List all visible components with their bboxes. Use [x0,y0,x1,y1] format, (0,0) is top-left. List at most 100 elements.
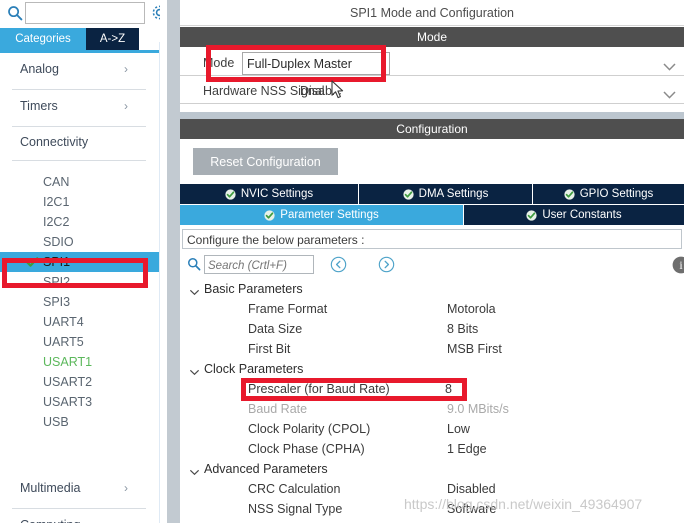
param-row-clock-phase[interactable]: Clock Phase (CPHA) 1 Edge [180,440,684,460]
back-arrow-icon[interactable] [330,256,347,273]
forward-arrow-icon[interactable] [378,256,395,273]
sidebar-group-computing[interactable]: Computing › [0,509,160,523]
param-row-crc-calculation[interactable]: CRC Calculation Disabled [180,480,684,500]
tree-group-clock-parameters[interactable]: Clock Parameters [180,360,684,380]
sidebar-item-can[interactable]: CAN [0,172,160,192]
param-row-baud-rate: Baud Rate 9.0 MBits/s [180,400,684,420]
sidebar-item-label: I2C2 [43,215,70,229]
sidebar-group-label: Connectivity [20,135,89,149]
sidebar-item-usart3[interactable]: USART3 [0,392,160,412]
tab-nvic-settings[interactable]: NVIC Settings [180,184,358,204]
sidebar-group-analog[interactable]: Analog › [0,53,160,90]
sidebar-item-uart4[interactable]: UART4 [0,312,160,332]
tree-group-advanced-parameters[interactable]: Advanced Parameters [180,460,684,480]
mode-row[interactable]: Mode Full-Duplex Master [180,52,684,76]
sidebar-item-spi3[interactable]: SPI3 [0,292,160,312]
configuration-section-header: Configuration [180,119,684,139]
sidebar-scroll-area: Analog › Timers › Connectivity CAN I2C1 [0,53,160,523]
sidebar-group-connectivity[interactable]: Connectivity [0,127,160,161]
sidebar-item-label: USART2 [43,375,93,389]
mode-combo[interactable]: Full-Duplex Master [242,52,390,75]
check-circle-icon [526,209,537,221]
param-value: Software [447,502,497,516]
sidebar-group-label: Analog [20,62,59,76]
search-input[interactable] [26,3,144,23]
check-icon [26,255,39,268]
param-value: Motorola [447,302,496,316]
sidebar-item-label: SPI2 [43,275,71,289]
hardware-nss-row[interactable]: Hardware NSS Signal Disable [180,80,684,104]
tab-gpio-settings[interactable]: GPIO Settings [533,184,684,204]
parameter-search-box[interactable] [204,255,314,275]
mode-area: Mode Full-Duplex Master Hardware NSS Sig… [180,47,684,112]
sidebar-item-label: SDIO [43,235,74,249]
sidebar-item-uart5[interactable]: UART5 [0,332,160,352]
sidebar-group-timers[interactable]: Timers › [0,90,160,127]
tab-dma-settings[interactable]: DMA Settings [359,184,532,204]
check-circle-icon [264,209,275,221]
param-value: Low [447,422,470,436]
chevron-down-icon[interactable] [189,285,200,296]
tab-user-constants[interactable]: User Constants [464,205,684,225]
chevron-right-icon: › [124,62,128,76]
config-panel: SPI1 Mode and Configuration Mode Mode Fu… [180,0,684,523]
sidebar-search-row [0,0,160,27]
tab-label: DMA Settings [418,188,489,200]
chevron-down-icon[interactable] [189,465,200,476]
section-spacer [180,112,684,119]
search-icon [7,5,23,21]
tab-label: User Constants [542,209,622,221]
chevron-right-icon: › [124,481,128,495]
sidebar-item-label: USART3 [43,395,93,409]
sidebar-item-usart1[interactable]: USART1 [0,352,160,372]
sidebar-item-label: UART5 [43,335,84,349]
mode-combo-value: Full-Duplex Master [247,57,352,71]
param-row-frame-format[interactable]: Frame Format Motorola [180,300,684,320]
configure-hint: Configure the below parameters : [182,229,682,249]
tab-a-to-z[interactable]: A->Z [86,28,139,50]
peripheral-sidebar: Categories A->Z Analog › Timers › Connec… [0,0,160,523]
parameter-search-input[interactable] [205,257,313,275]
param-name: NSS Signal Type [248,502,343,516]
gear-icon[interactable] [150,3,160,22]
check-circle-icon [564,188,575,200]
sidebar-item-i2c2[interactable]: I2C2 [0,212,160,232]
param-row-first-bit[interactable]: First Bit MSB First [180,340,684,360]
param-value: 8 Bits [447,322,479,336]
tree-group-basic-parameters[interactable]: Basic Parameters [180,280,684,300]
sidebar-item-usb[interactable]: USB [0,412,160,432]
sidebar-item-spi2[interactable]: SPI2 [0,272,160,292]
chevron-right-icon: › [124,518,128,523]
tree-group-label: Clock Parameters [204,362,304,376]
sidebar-item-i2c1[interactable]: I2C1 [0,192,160,212]
param-row-data-size[interactable]: Data Size 8 Bits [180,320,684,340]
reset-configuration-button[interactable]: Reset Configuration [193,148,338,175]
sidebar-item-usart2[interactable]: USART2 [0,372,160,392]
sidebar-group-label: Timers [20,99,58,113]
chevron-down-icon[interactable] [663,58,676,76]
config-tabs-bottom: Parameter Settings User Constants [180,205,684,225]
param-row-prescaler[interactable]: Prescaler (for Baud Rate) 8 [180,380,684,400]
param-row-clock-polarity[interactable]: Clock Polarity (CPOL) Low [180,420,684,440]
sidebar-group-label: Computing [20,518,80,523]
sidebar-item-sdio[interactable]: SDIO [0,232,160,252]
sidebar-search-box[interactable] [25,2,145,24]
sidebar-item-label: SPI3 [43,295,71,309]
param-value: 9.0 MBits/s [447,402,509,416]
sidebar-item-label: I2C1 [43,195,70,209]
tree-group-label: Advanced Parameters [204,462,328,476]
param-value: Disabled [447,482,496,496]
param-name: CRC Calculation [248,482,341,496]
panel-gutter [167,0,180,523]
tab-categories[interactable]: Categories [0,28,86,50]
sidebar-group-multimedia[interactable]: Multimedia › [0,472,160,509]
chevron-down-icon[interactable] [663,86,676,104]
param-row-nss-signal-type[interactable]: NSS Signal Type Software [180,500,684,520]
info-icon[interactable]: i [672,256,684,274]
chevron-down-icon[interactable] [189,365,200,376]
tab-parameter-settings[interactable]: Parameter Settings [180,205,463,225]
chevron-right-icon: › [124,99,128,113]
param-name: Prescaler (for Baud Rate) [248,382,390,396]
sidebar-item-spi1[interactable]: SPI1 [0,252,160,272]
